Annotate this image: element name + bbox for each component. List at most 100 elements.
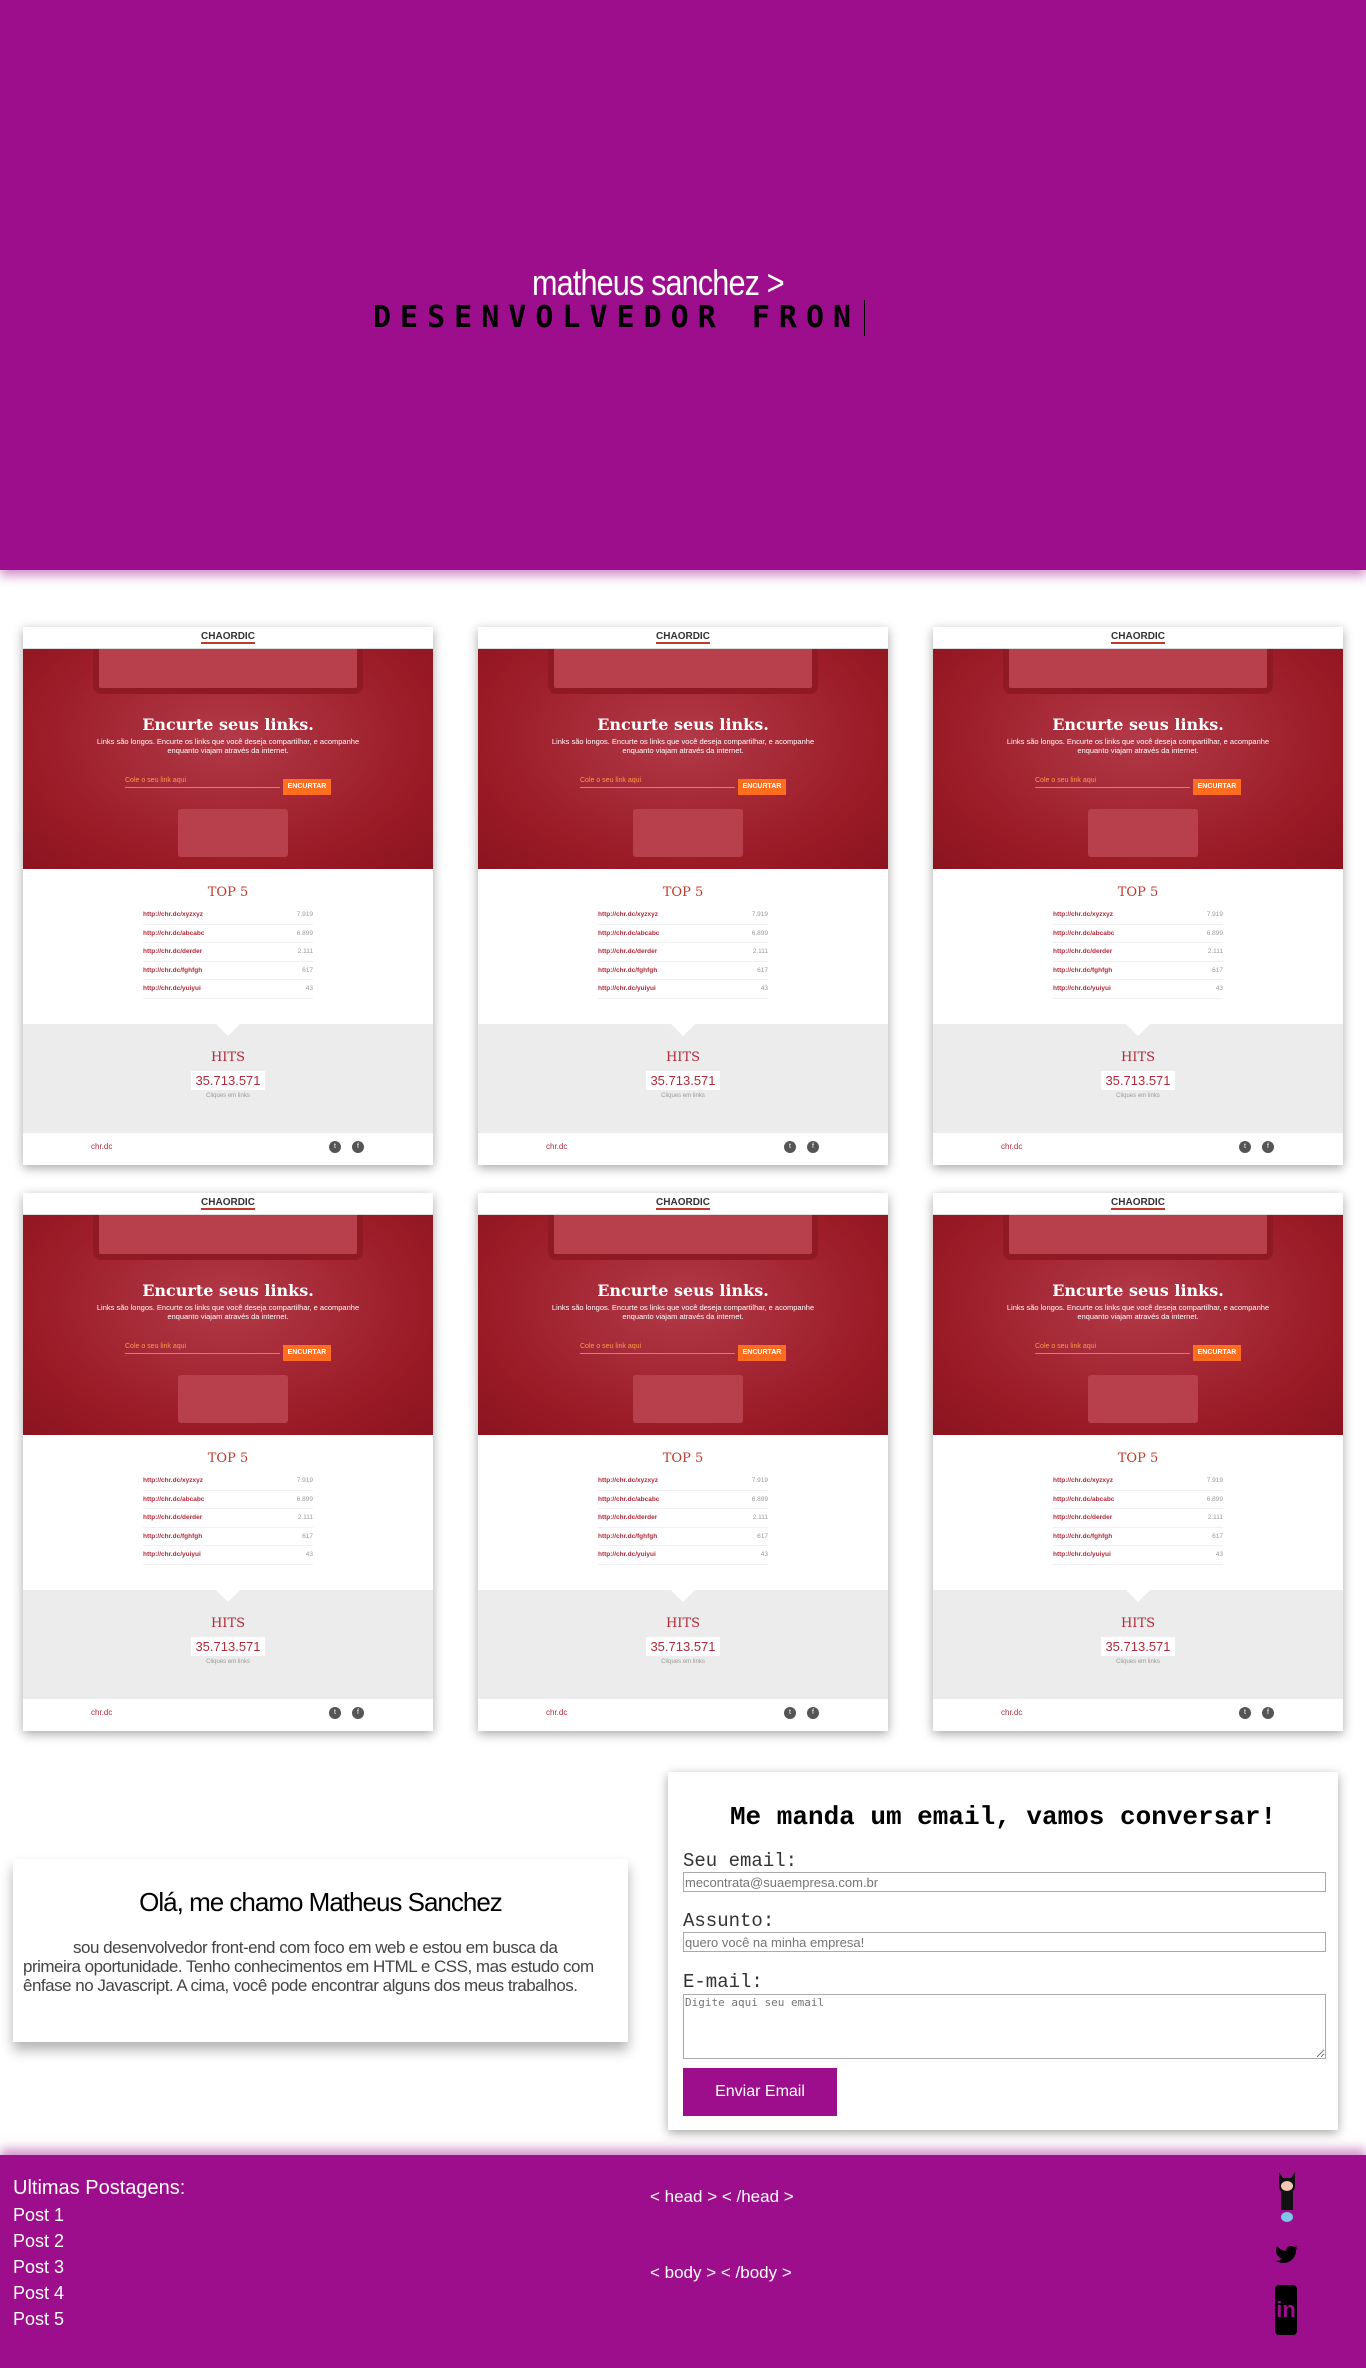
top-link-row: http://chr.dc/abcabc 6.899 bbox=[1053, 1491, 1223, 1509]
short-link: http://chr.dc/fghfgh bbox=[1053, 1532, 1113, 1540]
hits-count: 35.713.571 bbox=[646, 1637, 720, 1656]
portfolio-card[interactable]: CHAORDIC Encurte seus links. Links são l… bbox=[23, 627, 433, 1165]
card-domain: chr.dc bbox=[91, 1142, 113, 1151]
portfolio-card[interactable]: CHAORDIC Encurte seus links. Links são l… bbox=[478, 627, 888, 1165]
twitter-icon: t bbox=[784, 1141, 796, 1153]
top-link-row: http://chr.dc/xyzxyz 7.919 bbox=[1053, 906, 1223, 925]
shorten-button: ENCURTAR bbox=[283, 779, 331, 795]
message-textarea[interactable] bbox=[683, 1994, 1326, 2059]
click-count: 6.899 bbox=[751, 1495, 768, 1503]
hits-title: HITS bbox=[665, 1050, 701, 1065]
shorten-button: ENCURTAR bbox=[738, 779, 786, 795]
short-link: http://chr.dc/yuiyui bbox=[1053, 985, 1111, 992]
subject-field[interactable] bbox=[683, 1932, 1326, 1952]
facebook-icon: f bbox=[352, 1707, 364, 1719]
twitter-icon: t bbox=[329, 1707, 341, 1719]
twitter-icon: t bbox=[784, 1707, 796, 1719]
post-link[interactable]: Post 5 bbox=[13, 2309, 64, 2330]
top-link-row: http://chr.dc/yuiyui 43 bbox=[143, 1546, 313, 1565]
message-label: E-mail: bbox=[683, 1971, 763, 1993]
card-subtitle: Links são longos. Encurte os links que v… bbox=[551, 737, 815, 755]
top-link-row: http://chr.dc/abcabc 6.899 bbox=[598, 925, 768, 943]
short-link: http://chr.dc/xyzxyz bbox=[143, 911, 203, 918]
short-link: http://chr.dc/abcabc bbox=[143, 929, 205, 937]
portfolio-card[interactable]: CHAORDIC Encurte seus links. Links são l… bbox=[933, 1193, 1343, 1731]
email-field[interactable] bbox=[683, 1872, 1326, 1892]
card-title: Encurte seus links. bbox=[1052, 715, 1224, 734]
hits-count: 35.713.571 bbox=[1101, 1637, 1175, 1656]
top-link-row: http://chr.dc/abcabc 6.899 bbox=[598, 1491, 768, 1509]
contact-title: Me manda um email, vamos conversar! bbox=[729, 1802, 1277, 1832]
monitor-image bbox=[548, 1215, 818, 1260]
footer: Ultimas Postagens: Post 1 Post 2 Post 3 … bbox=[0, 2155, 1366, 2368]
short-link: http://chr.dc/xyzxyz bbox=[1053, 1477, 1113, 1484]
short-link: http://chr.dc/abcabc bbox=[598, 929, 660, 937]
link-input: Cole o seu link aqui bbox=[1035, 1343, 1190, 1354]
link-input: Cole o seu link aqui bbox=[125, 777, 280, 788]
card-logo: CHAORDIC bbox=[933, 1193, 1343, 1215]
top5-title: TOP 5 bbox=[207, 1451, 249, 1466]
portfolio-card[interactable]: CHAORDIC Encurte seus links. Links são l… bbox=[933, 627, 1343, 1165]
top-link-row: http://chr.dc/fghfgh 617 bbox=[598, 962, 768, 980]
click-count: 2.111 bbox=[297, 948, 313, 955]
keyboard-image bbox=[1088, 1375, 1198, 1423]
click-count: 2.111 bbox=[752, 948, 768, 955]
hits-section: HITS 35.713.571 Cliques em links bbox=[933, 1590, 1343, 1699]
card-banner: Encurte seus links. Links são longos. En… bbox=[23, 649, 433, 869]
portfolio-card[interactable]: CHAORDIC Encurte seus links. Links são l… bbox=[23, 1193, 433, 1731]
top5-title: TOP 5 bbox=[1117, 885, 1159, 900]
hits-count: 35.713.571 bbox=[191, 1071, 265, 1090]
monitor-image bbox=[93, 649, 363, 694]
keyboard-image bbox=[1088, 809, 1198, 857]
card-logo: CHAORDIC bbox=[478, 1193, 888, 1215]
top5-title: TOP 5 bbox=[1117, 1451, 1159, 1466]
click-count: 43 bbox=[305, 1551, 313, 1558]
twitter-icon: t bbox=[329, 1141, 341, 1153]
github-octocat-icon[interactable] bbox=[1275, 2170, 1297, 2229]
top5-section: TOP 5 http://chr.dc/xyzxyz 7.919 http://ch… bbox=[478, 869, 888, 1024]
hits-title: HITS bbox=[210, 1050, 246, 1065]
short-link: http://chr.dc/derder bbox=[143, 1514, 203, 1521]
about-text: sou desenvolvedor front-end com foco em … bbox=[23, 1938, 594, 1995]
short-link: http://chr.dc/yuiyui bbox=[143, 985, 201, 992]
card-footer: chr.dc t f bbox=[478, 1699, 888, 1731]
click-count: 43 bbox=[1215, 1551, 1223, 1558]
send-email-button[interactable]: Enviar Email bbox=[683, 2068, 837, 2116]
card-footer: chr.dc t f bbox=[478, 1133, 888, 1165]
top-link-row: http://chr.dc/abcabc 6.899 bbox=[1053, 925, 1223, 943]
monitor-image bbox=[1003, 649, 1273, 694]
linkedin-icon[interactable]: in bbox=[1275, 2285, 1297, 2335]
post-link[interactable]: Post 1 bbox=[13, 2205, 64, 2226]
post-link[interactable]: Post 4 bbox=[13, 2283, 64, 2304]
hits-caption: Cliques em links bbox=[206, 1093, 250, 1099]
card-footer: chr.dc t f bbox=[933, 1699, 1343, 1731]
post-link[interactable]: Post 3 bbox=[13, 2257, 64, 2278]
twitter-icon[interactable] bbox=[1275, 2235, 1298, 2280]
card-footer: chr.dc t f bbox=[933, 1133, 1343, 1165]
short-link: http://chr.dc/xyzxyz bbox=[143, 1477, 203, 1484]
post-link[interactable]: Post 2 bbox=[13, 2231, 64, 2252]
body-tag-text: < body > < /body > bbox=[650, 2263, 792, 2282]
card-subtitle: Links são longos. Encurte os links que v… bbox=[96, 1303, 360, 1321]
facebook-icon: f bbox=[352, 1141, 364, 1153]
hits-title: HITS bbox=[1120, 1050, 1156, 1065]
top-link-row: http://chr.dc/fghfgh 617 bbox=[143, 962, 313, 980]
click-count: 2.111 bbox=[1207, 948, 1223, 955]
top-link-row: http://chr.dc/derder 2.111 bbox=[143, 943, 313, 962]
card-banner: Encurte seus links. Links são longos. En… bbox=[478, 649, 888, 869]
hero-name: matheus sanchez > bbox=[532, 262, 785, 303]
top-link-row: http://chr.dc/abcabc 6.899 bbox=[143, 925, 313, 943]
portfolio-card[interactable]: CHAORDIC Encurte seus links. Links são l… bbox=[478, 1193, 888, 1731]
shorten-button: ENCURTAR bbox=[738, 1345, 786, 1361]
click-count: 2.111 bbox=[297, 1514, 313, 1521]
monitor-image bbox=[1003, 1215, 1273, 1260]
posts-title: Ultimas Postagens: bbox=[13, 2177, 186, 2199]
click-count: 617 bbox=[302, 966, 313, 974]
top5-title: TOP 5 bbox=[662, 1451, 704, 1466]
short-link: http://chr.dc/yuiyui bbox=[143, 1551, 201, 1558]
short-link: http://chr.dc/derder bbox=[1053, 948, 1113, 955]
hero-role-typing: DESENVOLVEDOR FRON bbox=[373, 300, 866, 336]
card-title: Encurte seus links. bbox=[142, 1281, 314, 1300]
top-link-row: http://chr.dc/fghfgh 617 bbox=[598, 1528, 768, 1546]
short-link: http://chr.dc/yuiyui bbox=[598, 1551, 656, 1558]
